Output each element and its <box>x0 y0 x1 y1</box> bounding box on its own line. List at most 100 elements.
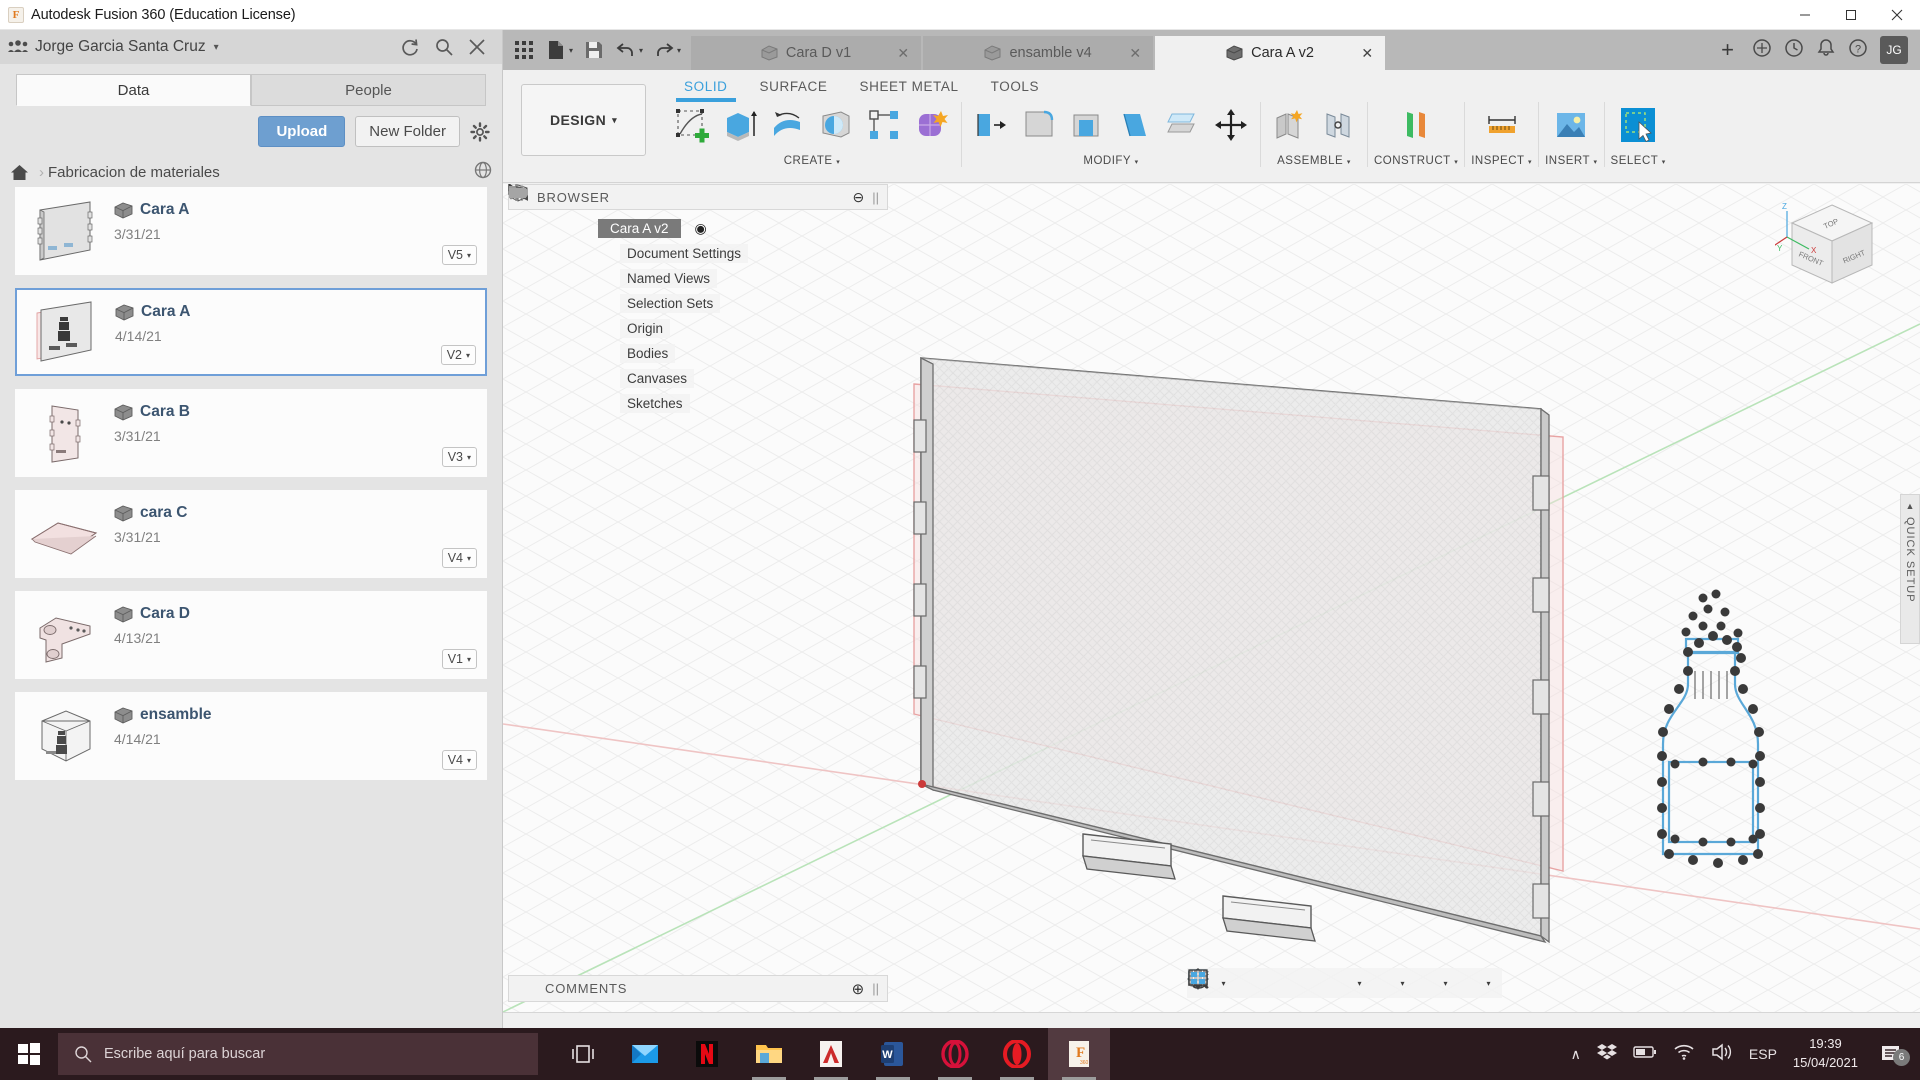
language-indicator[interactable]: ESP <box>1749 1046 1777 1062</box>
mail-icon[interactable] <box>614 1028 676 1080</box>
chevron-down-icon[interactable]: ▾ <box>1487 979 1498 988</box>
viewport-canvas[interactable]: ◂◂ BROWSER ⊖ || Cara A v2 ◉ Document Setti… <box>503 184 1920 1012</box>
ribbon-group-select-label[interactable]: SELECT ▾ <box>1611 155 1666 167</box>
globe-icon[interactable] <box>474 161 492 184</box>
breadcrumb-folder[interactable]: Fabricacion de materiales <box>48 164 220 181</box>
app-grid-icon[interactable] <box>509 33 539 67</box>
gear-icon[interactable] <box>470 121 490 142</box>
offset-plane-icon[interactable] <box>1393 102 1439 148</box>
document-tab-cara-d[interactable]: Cara D v1 ✕ <box>691 36 922 70</box>
opera-icon[interactable] <box>986 1028 1048 1080</box>
windows-start-icon[interactable] <box>0 1028 58 1080</box>
user-name[interactable]: Jorge Garcia Santa Cruz <box>35 38 206 56</box>
file-version-dropdown[interactable]: V3 ▾ <box>441 447 477 467</box>
show-hidden-icons-chevron[interactable]: ∧ <box>1571 1046 1581 1063</box>
document-tab-ensamble[interactable]: ensamble v4 ✕ <box>923 36 1154 70</box>
netflix-icon[interactable] <box>676 1028 738 1080</box>
file-version-dropdown[interactable]: V1 ▾ <box>441 649 477 669</box>
zoom-window-icon[interactable] <box>1188 970 1357 996</box>
volume-icon[interactable] <box>1711 1042 1733 1066</box>
draft-icon[interactable] <box>1112 102 1158 148</box>
notifications-icon[interactable]: 6 <box>1874 1044 1910 1066</box>
ribbon-group-insert-label[interactable]: INSERT ▾ <box>1545 155 1597 167</box>
press-pull-icon[interactable] <box>968 102 1014 148</box>
resize-handle[interactable]: || <box>872 981 879 996</box>
wifi-icon[interactable] <box>1673 1043 1695 1066</box>
dropbox-icon[interactable] <box>1596 1042 1617 1067</box>
new-tab-button[interactable]: + <box>1715 37 1740 63</box>
file-list-item[interactable]: Cara B 3/31/21 V3 ▾ <box>15 389 487 477</box>
undo-icon[interactable] <box>611 33 641 67</box>
close-panel-icon[interactable] <box>468 38 486 56</box>
word-icon[interactable]: W <box>862 1028 924 1080</box>
ribbon-group-construct-label[interactable]: CONSTRUCT ▾ <box>1374 155 1458 167</box>
activate-component-radio[interactable]: ◉ <box>695 220 707 237</box>
clock[interactable]: 19:39 15/04/2021 <box>1793 1035 1858 1073</box>
task-view-icon[interactable] <box>552 1028 614 1080</box>
browser-node[interactable]: Document Settings <box>508 184 888 266</box>
close-button[interactable] <box>1874 0 1920 30</box>
notifications-icon[interactable] <box>1816 38 1836 63</box>
ribbon-tab-solid[interactable]: SOLID <box>668 77 744 102</box>
minimize-browser-icon[interactable]: ⊖ <box>853 189 865 206</box>
chevron-up-icon[interactable]: ▲ <box>1906 501 1915 511</box>
zoom-icon[interactable]: ± <box>1188 968 1326 996</box>
battery-icon[interactable] <box>1633 1045 1657 1064</box>
browser-node[interactable]: Named Views <box>508 184 888 291</box>
file-version-dropdown[interactable]: V2 ▾ <box>440 345 476 365</box>
ribbon-tab-surface[interactable]: SURFACE <box>744 77 844 96</box>
chevron-down-icon[interactable]: ▾ <box>1222 979 1233 988</box>
scale-icon[interactable] <box>1160 102 1206 148</box>
ribbon-group-modify-label[interactable]: MODIFY ▾ <box>1083 155 1138 167</box>
job-status-icon[interactable] <box>1784 38 1804 63</box>
view-cube[interactable]: TOP FRONT RIGHT Z Y X <box>1775 199 1890 299</box>
file-version-dropdown[interactable]: V4 ▾ <box>441 548 477 568</box>
file-version-dropdown[interactable]: V5 ▾ <box>441 245 477 265</box>
close-tab-icon[interactable]: ✕ <box>897 45 909 62</box>
chevron-down-icon[interactable]: ▾ <box>569 46 573 55</box>
select-icon[interactable] <box>1615 102 1661 148</box>
file-list-item[interactable]: Cara A 4/14/21 V2 ▾ <box>15 288 487 376</box>
close-tab-icon[interactable]: ✕ <box>1361 45 1373 62</box>
measure-icon[interactable] <box>1479 102 1525 148</box>
file-list-item[interactable]: Cara D 4/13/21 V1 ▾ <box>15 591 487 679</box>
file-list-item[interactable]: cara C 3/31/21 V4 ▾ <box>15 490 487 578</box>
chevron-down-icon[interactable]: ▾ <box>639 46 643 55</box>
move-copy-icon[interactable] <box>1208 102 1254 148</box>
help-icon[interactable]: ? <box>1848 38 1868 63</box>
add-comment-icon[interactable]: ⊕ <box>852 980 865 998</box>
quick-setup-rail[interactable]: ▲ QUICK SETUP <box>1900 494 1920 644</box>
shell-icon[interactable] <box>1064 102 1110 148</box>
browser-node[interactable]: Bodies <box>508 184 888 366</box>
browser-node-root[interactable]: Cara A v2 ◉ <box>508 184 888 241</box>
browser-node[interactable]: Canvases <box>508 184 888 391</box>
opera-gx-icon[interactable] <box>924 1028 986 1080</box>
refresh-icon[interactable] <box>400 37 420 57</box>
browser-node[interactable]: Origin <box>508 184 888 341</box>
viewports-icon[interactable] <box>1187 969 1486 996</box>
extensions-icon[interactable] <box>1752 38 1772 63</box>
ribbon-tab-tools[interactable]: TOOLS <box>975 77 1056 96</box>
close-tab-icon[interactable]: ✕ <box>1129 45 1141 62</box>
form-icon[interactable] <box>909 102 955 148</box>
minimize-button[interactable] <box>1782 0 1828 30</box>
look-at-icon[interactable] <box>1187 968 1264 996</box>
ribbon-group-assemble-label[interactable]: ASSEMBLE ▾ <box>1277 155 1351 167</box>
chevron-down-icon[interactable]: ▾ <box>1444 979 1455 988</box>
fusion360-icon[interactable]: F 360 <box>1048 1028 1110 1080</box>
pattern-icon[interactable] <box>861 102 907 148</box>
display-settings-icon[interactable] <box>1187 969 1400 996</box>
file-explorer-icon[interactable] <box>738 1028 800 1080</box>
fillet-icon[interactable] <box>1016 102 1062 148</box>
maximize-button[interactable] <box>1828 0 1874 30</box>
extrude-icon[interactable] <box>717 102 763 148</box>
avatar[interactable]: JG <box>1880 36 1908 64</box>
workspace-switcher[interactable]: DESIGN ▾ <box>521 84 646 156</box>
comments-panel[interactable]: COMMENTS ⊕ || <box>508 975 888 1002</box>
tab-people[interactable]: People <box>251 74 486 106</box>
browser-node[interactable]: Selection Sets <box>508 184 888 316</box>
document-tab-cara-a[interactable]: Cara A v2 ✕ <box>1155 36 1386 70</box>
ribbon-group-inspect-label[interactable]: INSPECT ▾ <box>1471 155 1532 167</box>
home-icon[interactable] <box>10 164 29 181</box>
chevron-down-icon[interactable]: ▾ <box>677 46 681 55</box>
